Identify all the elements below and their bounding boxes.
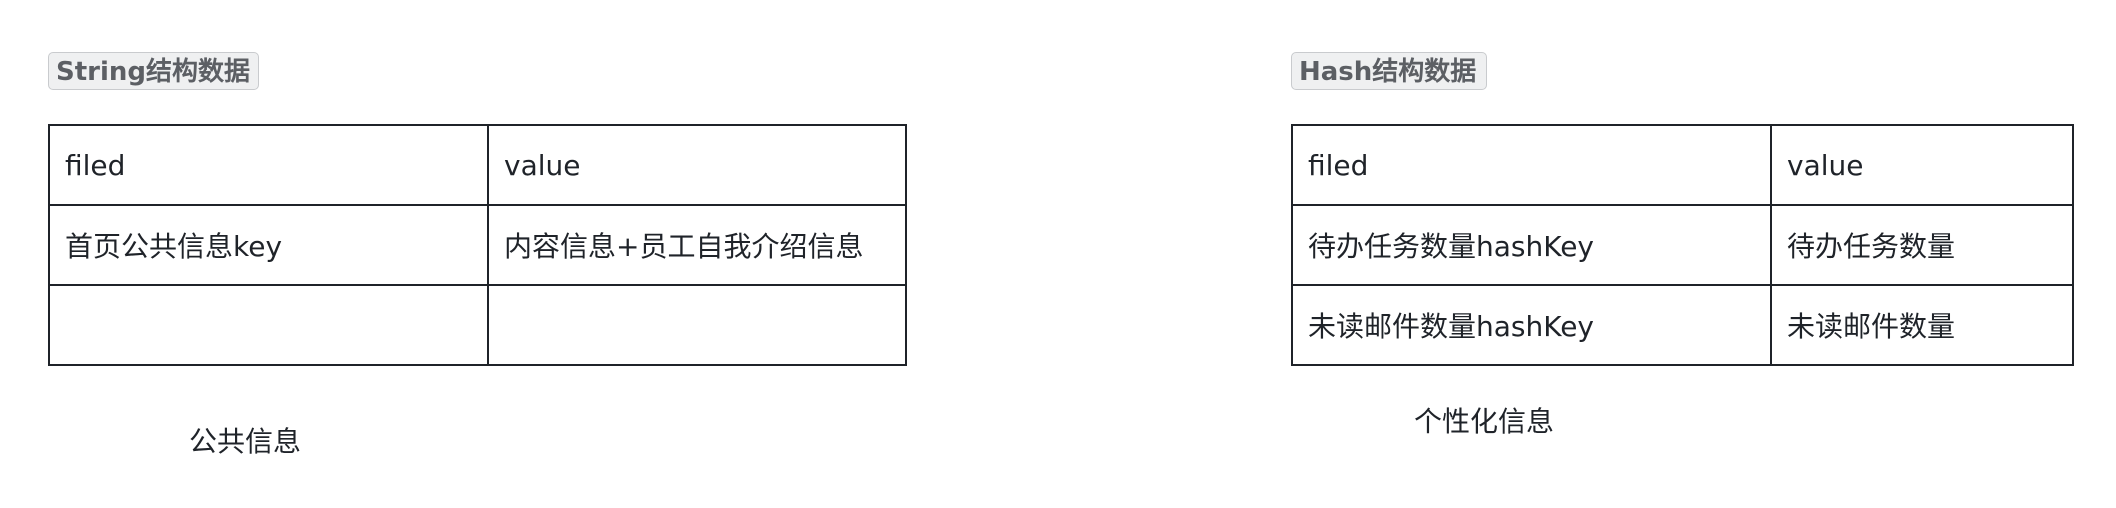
table-cell: 未读邮件数量 <box>1770 284 2074 366</box>
table-row: 待办任务数量hashKey 待办任务数量 <box>1291 204 2074 286</box>
table-row: 未读邮件数量hashKey 未读邮件数量 <box>1291 284 2074 366</box>
string-structure-caption: 公共信息 <box>189 425 302 458</box>
string-structure-table: filed value 首页公共信息key 内容信息+员工自我介绍信息 <box>48 124 907 366</box>
table-row: filed value <box>1291 124 2074 206</box>
hash-structure-badge: Hash结构数据 <box>1291 52 1487 90</box>
table-row: filed value <box>48 124 907 206</box>
table-row: 首页公共信息key 内容信息+员工自我介绍信息 <box>48 204 907 286</box>
hash-structure-caption: 个性化信息 <box>1414 405 1555 438</box>
table-cell: 首页公共信息key <box>48 204 489 286</box>
table-header-cell: value <box>1770 124 2074 206</box>
table-cell <box>48 284 489 366</box>
table-cell <box>487 284 907 366</box>
string-structure-badge: String结构数据 <box>48 52 259 90</box>
table-header-cell: value <box>487 124 907 206</box>
table-row <box>48 284 907 366</box>
table-cell: 内容信息+员工自我介绍信息 <box>487 204 907 286</box>
table-cell: 待办任务数量hashKey <box>1291 204 1772 286</box>
table-cell: 未读邮件数量hashKey <box>1291 284 1772 366</box>
table-header-cell: filed <box>1291 124 1772 206</box>
table-cell: 待办任务数量 <box>1770 204 2074 286</box>
table-header-cell: filed <box>48 124 489 206</box>
hash-structure-table: filed value 待办任务数量hashKey 待办任务数量 未读邮件数量h… <box>1291 124 2074 366</box>
